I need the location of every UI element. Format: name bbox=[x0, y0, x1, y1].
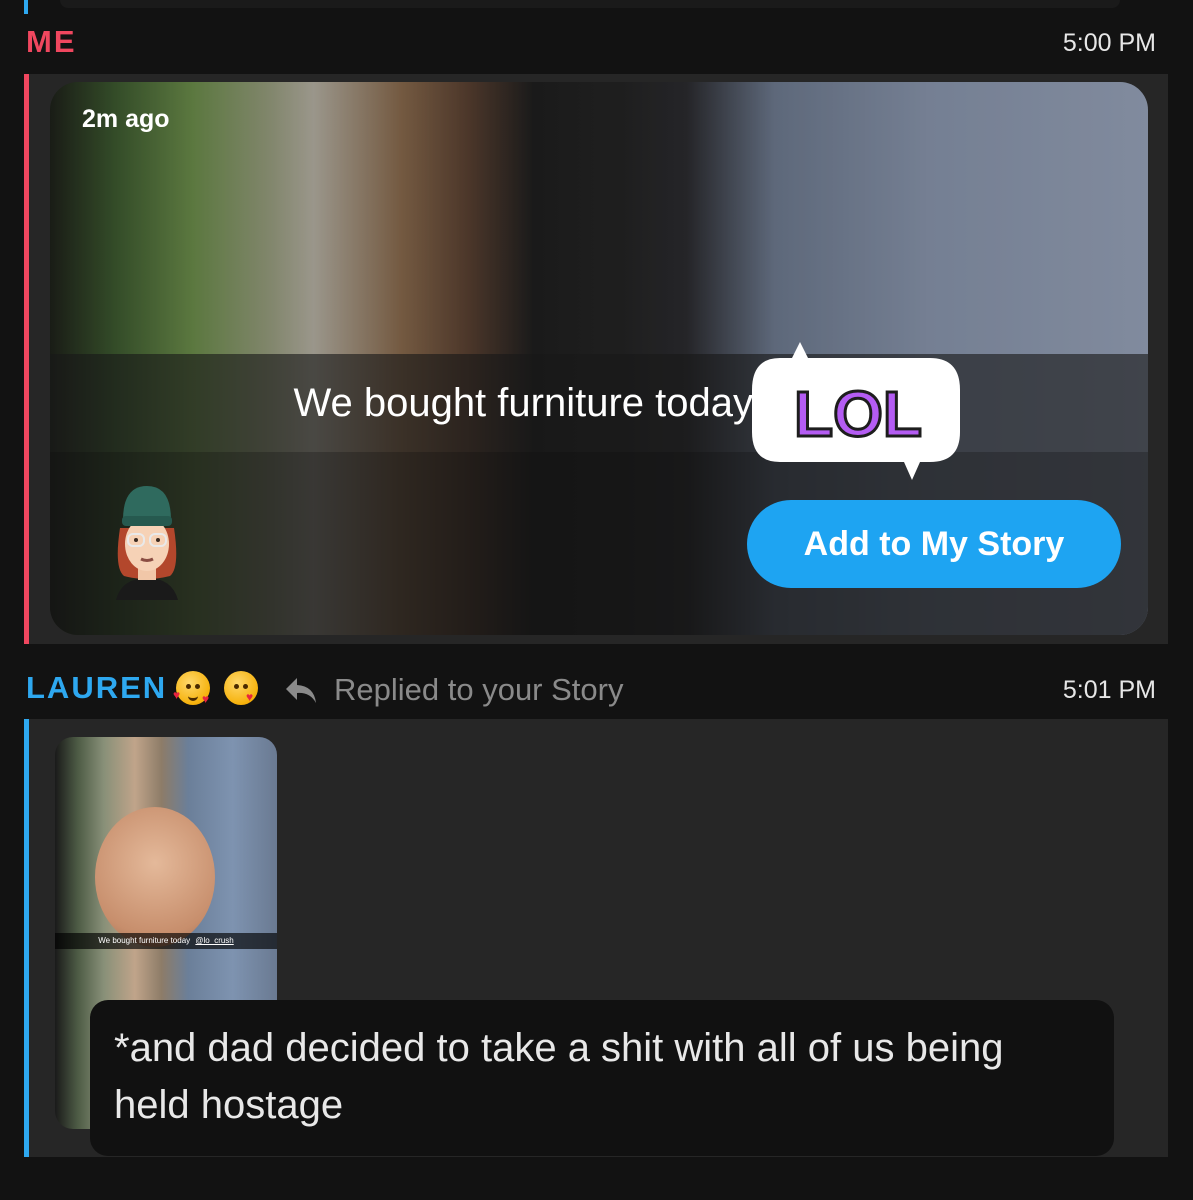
thumbnail-caption-text: We bought furniture today bbox=[98, 936, 191, 945]
reply-label: Replied to your Story bbox=[334, 672, 624, 707]
bitmoji-avatar[interactable] bbox=[106, 482, 188, 605]
reply-message-bubble: *and dad decided to take a shit with all… bbox=[90, 1000, 1114, 1156]
previous-message-remnant bbox=[60, 0, 1120, 8]
face-blowing-kiss-icon: ♥ bbox=[224, 671, 258, 705]
previous-message-accent bbox=[24, 0, 28, 14]
sender-name-me: ME bbox=[26, 24, 77, 59]
snap-preview[interactable]: 2m ago We bought furniture today LOL Add… bbox=[50, 82, 1148, 635]
add-to-my-story-button[interactable]: Add to My Story bbox=[747, 500, 1121, 588]
lol-sticker-text: LOL bbox=[794, 378, 922, 450]
thumbnail-caption: We bought furniture today @lo_crush bbox=[55, 933, 277, 949]
lol-sticker: LOL bbox=[750, 340, 962, 485]
sender-name-lauren: LAUREN bbox=[26, 670, 168, 705]
thumbnail-mention: @lo_crush bbox=[195, 936, 234, 945]
thumbnail-photo-subject bbox=[95, 807, 215, 947]
smiling-face-with-hearts-icon: ♥ ♥ bbox=[173, 671, 210, 705]
message-timestamp: 5:00 PM bbox=[1062, 29, 1156, 57]
snap-time-ago: 2m ago bbox=[82, 105, 170, 133]
reply-arrow-icon bbox=[286, 678, 316, 703]
replied-to-story-indicator: Replied to your Story bbox=[284, 672, 623, 708]
message-timestamp: 5:01 PM bbox=[1062, 676, 1156, 704]
snap-caption: We bought furniture today bbox=[293, 381, 753, 425]
